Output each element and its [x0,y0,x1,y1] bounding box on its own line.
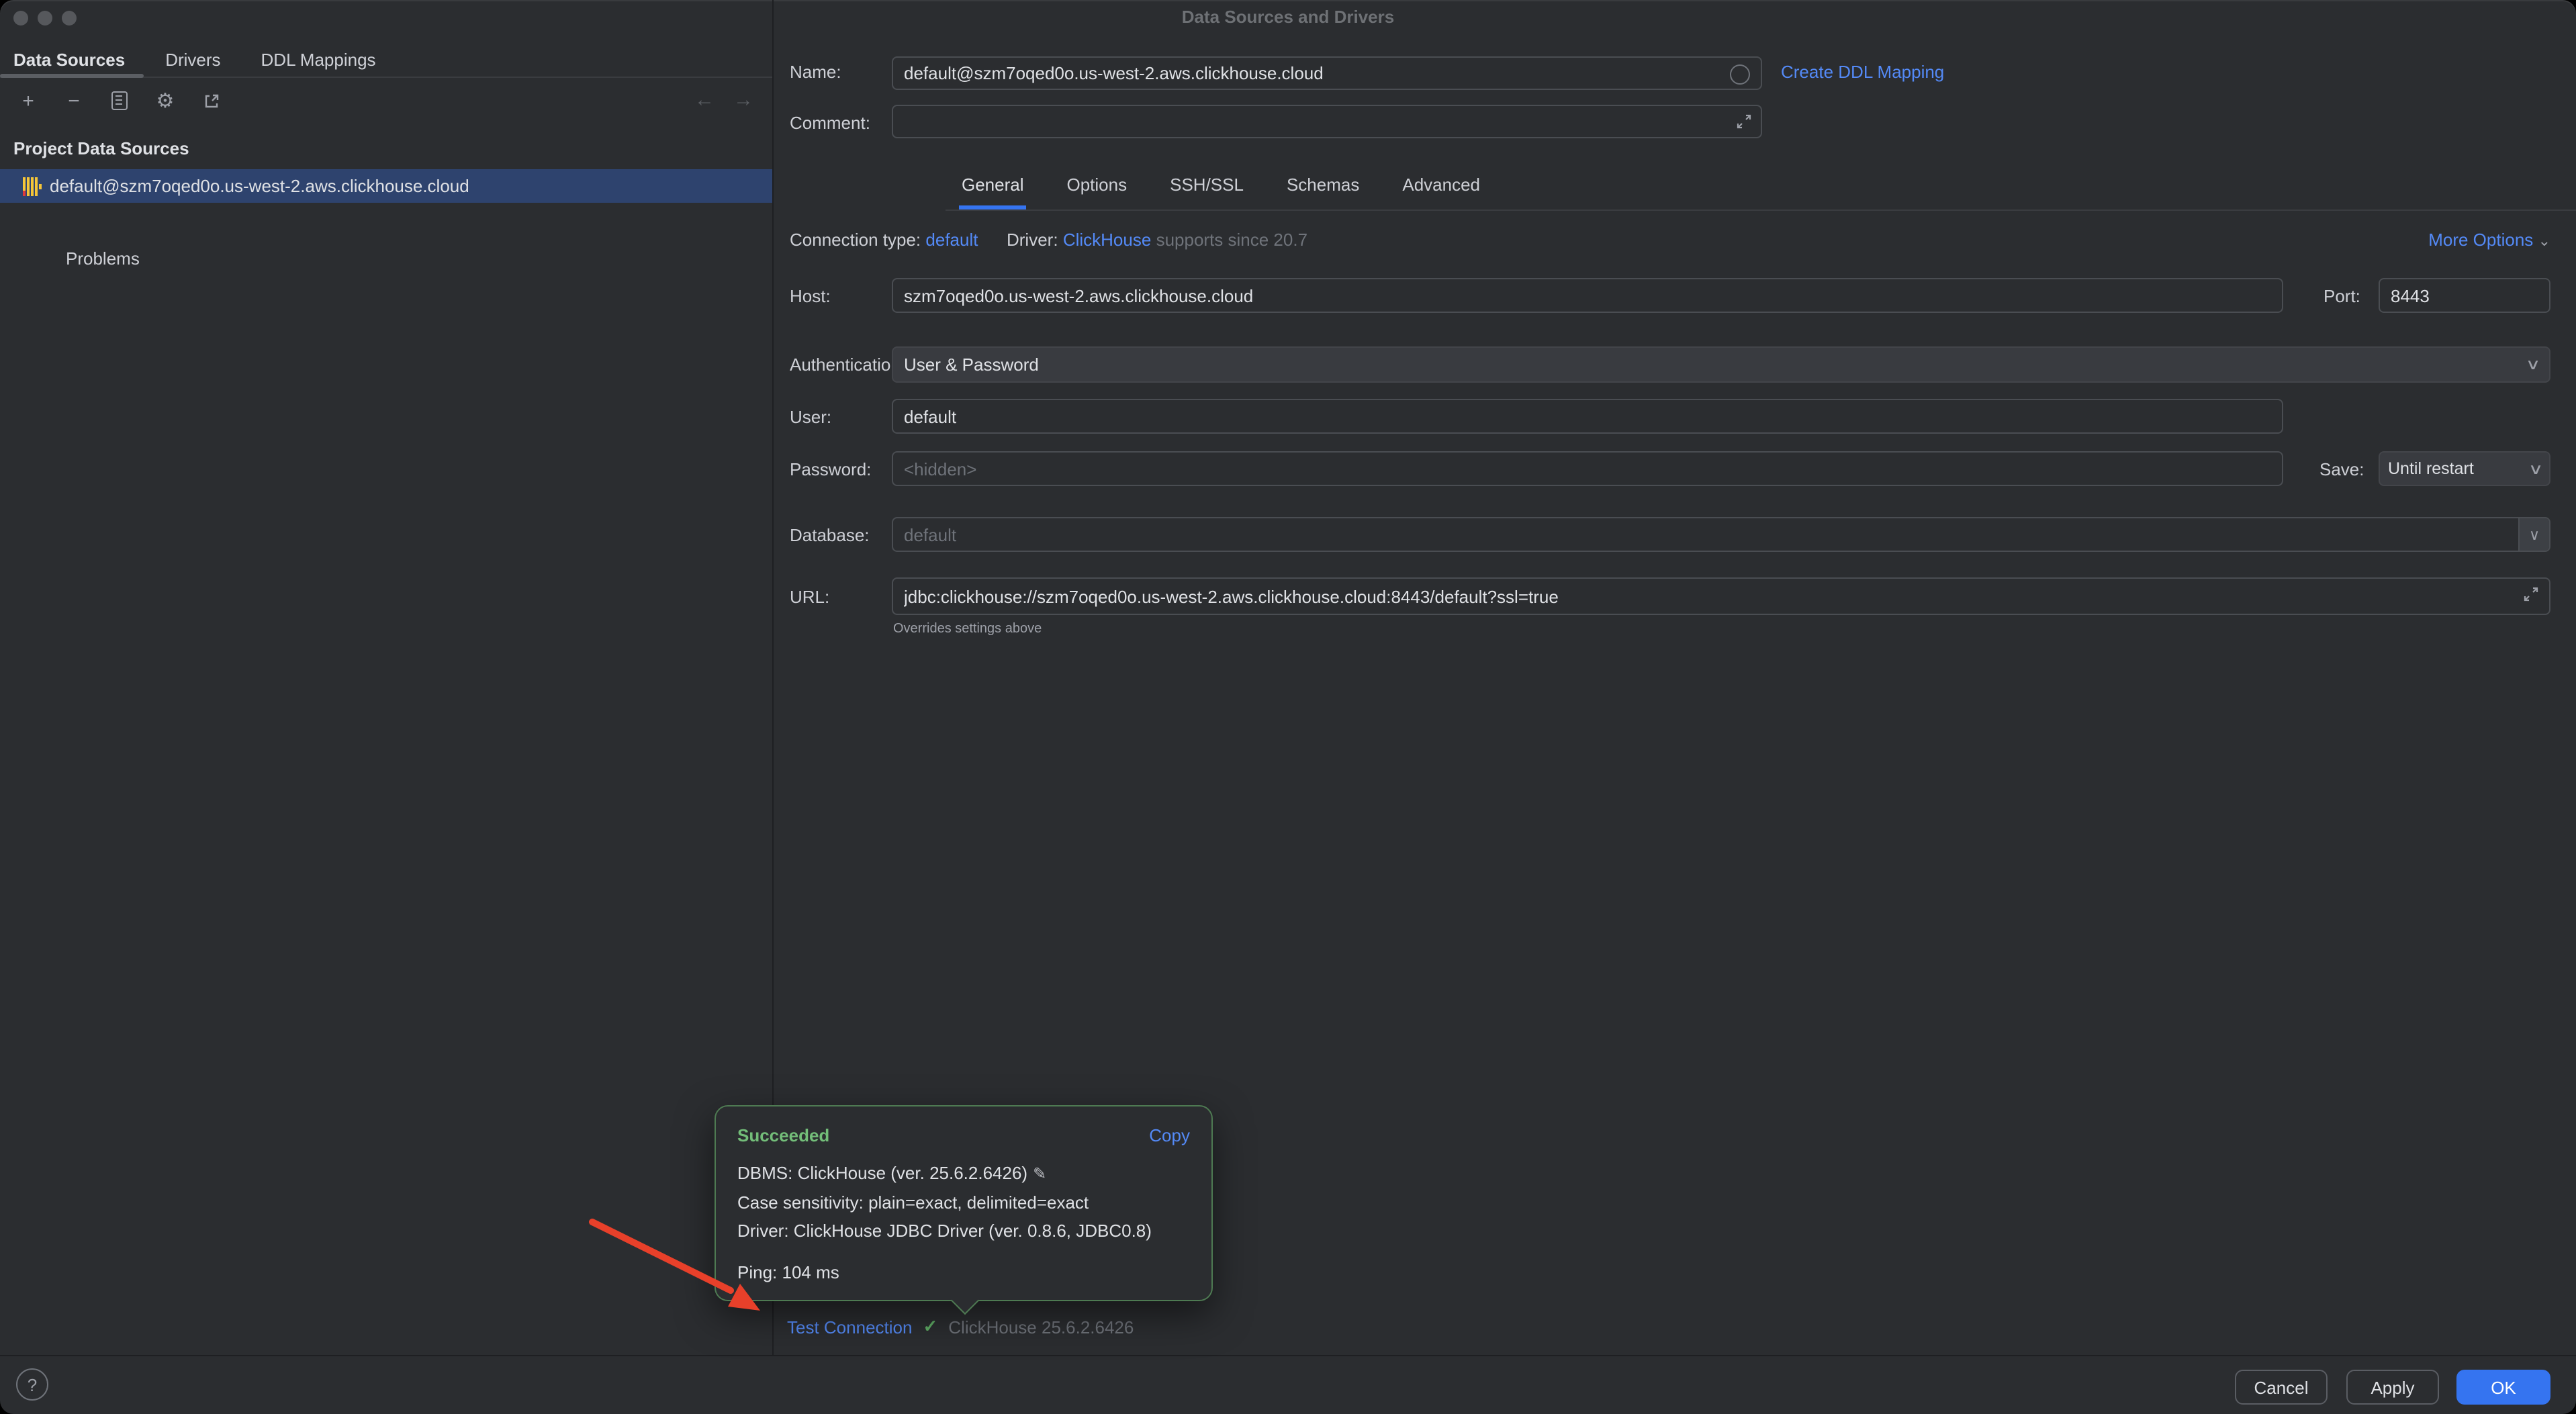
copy-icon[interactable] [107,89,132,113]
chevron-down-icon: ∨ [2528,460,2544,477]
forward-icon[interactable]: → [733,89,753,111]
tab-data-sources[interactable]: Data Sources [13,49,125,69]
name-input[interactable] [892,56,1762,90]
back-icon[interactable]: ← [694,89,715,111]
comment-label: Comment: [790,113,870,133]
test-connection-popup: Succeeded Copy DBMS: ClickHouse (ver. 25… [715,1105,1213,1301]
gear-icon[interactable]: ⚙ [153,89,177,113]
tab-advanced[interactable]: Advanced [1399,167,1483,209]
host-label: Host: [790,286,831,306]
comment-input[interactable] [892,105,1762,138]
popup-driver-line: Driver: ClickHouse JDBC Driver (ver. 0.8… [737,1217,1190,1245]
apply-button[interactable]: Apply [2346,1370,2439,1405]
data-source-list-item[interactable]: default@szm7oqed0o.us-west-2.aws.clickho… [0,169,772,203]
url-input[interactable] [892,577,2550,615]
url-label: URL: [790,587,829,607]
port-label: Port: [2324,286,2360,306]
tab-general[interactable]: General [959,167,1027,209]
tab-schemas[interactable]: Schemas [1284,167,1362,209]
driver-note: supports since 20.7 [1156,230,1307,250]
help-button[interactable]: ? [16,1368,48,1401]
connection-type-value[interactable]: default [925,230,978,250]
loading-spinner-icon [1730,64,1750,85]
save-select[interactable]: Until restart ∨ [2379,451,2550,486]
popup-dbms-line: DBMS: ClickHouse (ver. 25.6.2.6426)✎ [737,1159,1190,1188]
user-label: User: [790,407,831,427]
tab-options[interactable]: Options [1064,167,1130,209]
test-connection-link[interactable]: Test Connection [787,1317,912,1337]
tab-ssh-ssl[interactable]: SSH/SSL [1167,167,1246,209]
database-combo[interactable]: default ∨ [892,517,2550,552]
password-input[interactable] [892,451,2283,486]
popup-case-line: Case sensitivity: plain=exact, delimited… [737,1188,1190,1217]
ok-button[interactable]: OK [2456,1370,2550,1405]
test-connection-result: ClickHouse 25.6.2.6426 [948,1317,1134,1337]
settings-tabs: General Options SSH/SSL Schemas Advanced [946,167,2576,211]
driver-value[interactable]: ClickHouse [1063,230,1152,250]
create-ddl-mapping-link[interactable]: Create DDL Mapping [1781,62,1944,82]
clickhouse-icon [23,177,40,195]
remove-icon[interactable]: − [62,89,86,113]
authentication-label: Authentication: [790,355,905,375]
save-label: Save: [2319,459,2364,479]
expand-icon[interactable] [1735,113,1753,134]
connection-type-label: Connection type: [790,230,921,250]
sidebar: Data Sources Drivers DDL Mappings + − ⚙ … [0,0,774,1356]
checkmark-icon: ✓ [923,1316,937,1337]
user-input[interactable] [892,399,2283,434]
expand-icon[interactable] [2522,585,2540,607]
more-options[interactable]: More Options ⌄ [2428,230,2550,250]
pencil-icon[interactable]: ✎ [1033,1164,1046,1183]
chevron-down-icon[interactable]: ∨ [2518,518,2549,551]
connection-type-row: Connection type: default Driver: ClickHo… [790,230,1307,250]
authentication-select[interactable]: User & Password ∨ [892,346,2550,383]
tab-drivers[interactable]: Drivers [165,49,220,69]
password-label: Password: [790,459,871,479]
url-note: Overrides settings above [893,622,1042,637]
bottom-bar: ? Cancel Apply OK [0,1355,2576,1414]
copy-link[interactable]: Copy [1149,1125,1190,1145]
sidebar-item-problems[interactable]: Problems [66,248,140,269]
port-input[interactable] [2379,278,2550,313]
cancel-button[interactable]: Cancel [2235,1370,2328,1405]
tab-ddl-mappings[interactable]: DDL Mappings [261,49,376,69]
popup-ping: Ping: 104 ms [716,1245,1211,1282]
data-sources-dialog: Data Sources and Drivers Data Sources Dr… [0,0,2576,1414]
project-data-sources-heading: Project Data Sources [13,138,189,158]
chevron-down-icon: ∨ [2526,356,2541,373]
database-label: Database: [790,525,870,545]
sidebar-toolbar: + − ⚙ [16,89,223,113]
add-icon[interactable]: + [16,89,40,113]
chevron-down-icon: ⌄ [2538,234,2550,250]
popup-notch [951,1286,979,1315]
data-source-name: default@szm7oqed0o.us-west-2.aws.clickho… [50,176,469,196]
driver-label: Driver: [1007,230,1058,250]
host-input[interactable] [892,278,2283,313]
name-label: Name: [790,62,841,82]
status-succeeded: Succeeded [737,1125,829,1145]
export-icon[interactable] [199,89,223,113]
